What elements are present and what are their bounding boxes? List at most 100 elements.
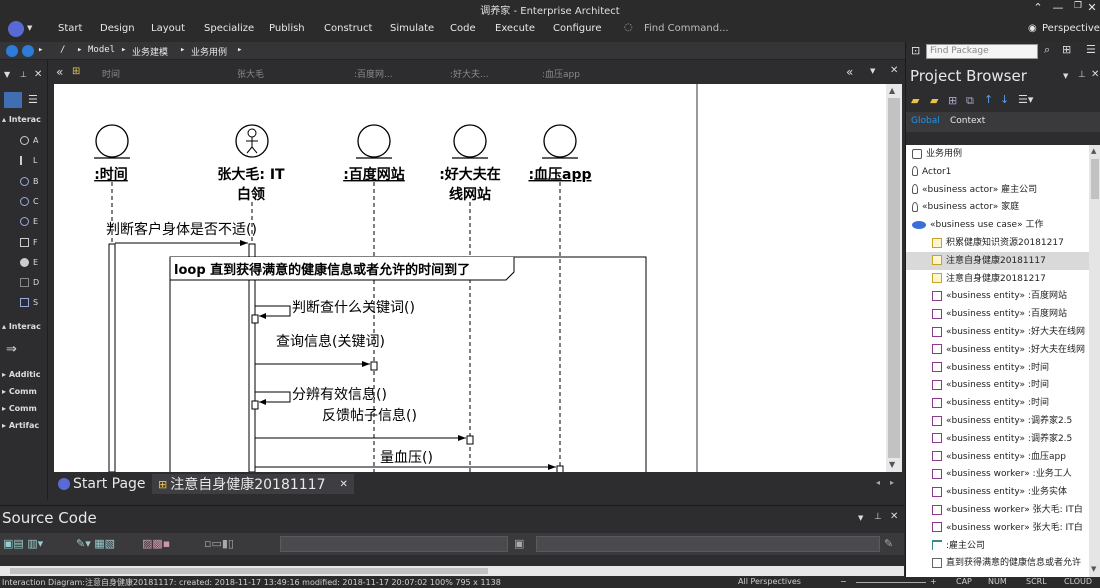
menu-execute[interactable]: Execute: [495, 23, 535, 34]
tree-item[interactable]: «business entity» :时间: [906, 376, 1089, 394]
source-horizontal-scrollbar[interactable]: [0, 566, 904, 576]
move-down-icon[interactable]: ↓: [1000, 93, 1009, 106]
pb-pin-icon[interactable]: ⊥: [1078, 70, 1086, 80]
close-diagram-icon[interactable]: ✕: [890, 65, 898, 76]
message-arrow-icon[interactable]: ⇒: [6, 342, 17, 357]
diagram-canvas[interactable]: :时间 张大毛: IT 白领 :百度网站 :好大夫在 线网站:血压app 判断…: [54, 84, 886, 472]
breadcrumb-business-usecase[interactable]: 业务用例: [191, 45, 227, 58]
scroll-up-icon[interactable]: ▲: [889, 86, 895, 95]
activation-bar[interactable]: [370, 361, 378, 371]
tab-start-page[interactable]: Start Page: [52, 474, 152, 494]
tabs-dropdown-icon[interactable]: ▼: [870, 67, 875, 75]
message-label[interactable]: 查询信息(关键词): [276, 333, 385, 350]
tree-item[interactable]: Actor1: [906, 163, 1089, 181]
tab-global[interactable]: Global: [911, 116, 940, 126]
scroll-thumb[interactable]: [888, 98, 900, 458]
toolbox-pin-icon[interactable]: ⊥: [20, 70, 27, 79]
toolbox-group-common1[interactable]: ▸ Comm: [2, 387, 37, 396]
menu-configure[interactable]: Configure: [553, 23, 601, 34]
toolbox-section-interaction-relationships[interactable]: ▴ Interac: [2, 322, 41, 331]
lifeline-header-baidu[interactable]: :百度网...: [354, 67, 393, 80]
toolbox-section-interaction[interactable]: ▴ Interac: [2, 115, 41, 124]
app-logo-icon[interactable]: [8, 21, 24, 37]
perspective-button[interactable]: Perspective: [1042, 23, 1100, 34]
lifeline-header-haodaifu[interactable]: :好大夫...: [450, 67, 489, 80]
menu-simulate[interactable]: Simulate: [390, 23, 434, 34]
scroll-up-icon[interactable]: ▲: [1091, 147, 1096, 155]
tree-item[interactable]: «business entity» :时间: [906, 359, 1089, 377]
close-window-button[interactable]: ✕: [1082, 1, 1100, 14]
source-edit-icon[interactable]: ✎: [884, 537, 893, 550]
close-tab-icon[interactable]: ✕: [339, 479, 347, 490]
toolbox-item-fragment[interactable]: F: [20, 238, 38, 247]
sequence-diagram[interactable]: :时间 张大毛: IT 白领 :百度网站 :好大夫在 线网站:血压app 判断…: [54, 84, 886, 472]
minimize-button[interactable]: —: [1048, 1, 1068, 14]
lifeline-bloodpressure[interactable]: :血压app: [528, 124, 592, 472]
collapse-right-icon[interactable]: «: [846, 65, 853, 79]
tree-item[interactable]: «business worker» 张大毛: IT白: [906, 519, 1089, 537]
tree-item[interactable]: «business entity» :调养家2.5: [906, 430, 1089, 448]
tree-item[interactable]: «business use case» 工作: [906, 216, 1089, 234]
self-message-arrow[interactable]: [255, 305, 291, 317]
tree-item[interactable]: «business worker» :业务工人: [906, 465, 1089, 483]
menu-publish[interactable]: Publish: [269, 23, 305, 34]
lifeline-haodaifu[interactable]: :好大夫在 线网站: [439, 124, 501, 472]
toolbox-search-icon[interactable]: [4, 92, 22, 108]
toolbox-close-icon[interactable]: ✕: [34, 69, 42, 80]
tree-item[interactable]: 注意自身健康20181217: [906, 270, 1089, 288]
tree-item[interactable]: «business entity» :好大夫在线网: [906, 341, 1089, 359]
move-up-icon[interactable]: ↑: [984, 93, 993, 106]
scroll-thumb[interactable]: [10, 568, 488, 574]
menu-start[interactable]: Start: [58, 23, 82, 34]
breadcrumb-root[interactable]: /: [60, 45, 65, 55]
loop-fragment[interactable]: loop 直到获得满意的健康信息或者允许的时间到了: [169, 256, 647, 472]
back-arrow-icon[interactable]: [6, 45, 18, 57]
activation-bar[interactable]: [251, 314, 259, 324]
scroll-down-icon[interactable]: ▼: [889, 460, 895, 469]
tab-context[interactable]: Context: [950, 116, 985, 126]
tree-item[interactable]: «business actor» 雇主公司: [906, 181, 1089, 199]
pb-close-icon[interactable]: ✕: [1091, 69, 1099, 80]
tree-item[interactable]: «business entity» :调养家2.5: [906, 412, 1089, 430]
activation-bar[interactable]: [466, 435, 474, 445]
logo-dropdown-icon[interactable]: ▼: [27, 24, 32, 32]
menu-specialize[interactable]: Specialize: [204, 23, 254, 34]
toolbox-item-lifeline[interactable]: L: [20, 156, 37, 165]
toolbox-group-additional[interactable]: ▸ Additic: [2, 370, 41, 379]
forward-arrow-icon[interactable]: [22, 45, 34, 57]
toolbox-item-control[interactable]: C: [20, 197, 39, 206]
tree-item[interactable]: 积累健康知识资源20181217: [906, 234, 1089, 252]
source-scope-field[interactable]: [280, 536, 508, 552]
toolbar-icons-group2[interactable]: ✎▾ ▦▧: [76, 537, 115, 550]
tree-item[interactable]: «business actor» 家庭: [906, 198, 1089, 216]
message-label[interactable]: 判断客户身体是否不适(): [106, 221, 257, 238]
tree-item[interactable]: :雇主公司: [906, 537, 1089, 555]
filter-icon[interactable]: ⊞: [1062, 43, 1071, 56]
tree-item[interactable]: 业务用例: [906, 145, 1089, 163]
menu-construct[interactable]: Construct: [324, 23, 372, 34]
message-label[interactable]: 量血压(): [380, 450, 433, 466]
tab-diagram[interactable]: ⊞ 注意自身健康20181117 ✕: [152, 474, 354, 494]
self-message-arrow[interactable]: [255, 391, 291, 403]
activation-bar[interactable]: [251, 400, 259, 410]
menu-layout[interactable]: Layout: [151, 23, 185, 34]
new-package-icon[interactable]: ▰: [911, 94, 919, 107]
toolbox-item-actor[interactable]: A: [20, 136, 38, 145]
tree-item[interactable]: «business entity» :百度网站: [906, 305, 1089, 323]
find-package-icon[interactable]: ⊡: [911, 44, 920, 57]
pb-options-icon[interactable]: ☰▾: [1018, 93, 1033, 106]
zoom-slider[interactable]: [856, 582, 926, 583]
message-label[interactable]: 判断查什么关键词(): [292, 300, 415, 316]
ribbon-toggle-icon[interactable]: ⌃: [1028, 1, 1048, 14]
menu-code[interactable]: Code: [450, 23, 476, 34]
toolbar-icons-group1[interactable]: ▣▤ ▥▾: [3, 537, 43, 550]
toolbox-group-artifacts[interactable]: ▸ Artifac: [2, 421, 39, 430]
diagram-vertical-scrollbar[interactable]: ▲ ▼: [886, 84, 902, 472]
new-element-icon[interactable]: ⧉: [966, 94, 974, 108]
source-settings-icon[interactable]: ▣: [514, 537, 524, 550]
source-pin-icon[interactable]: ⊥: [874, 512, 882, 522]
toolbox-item-endpoint[interactable]: E: [20, 258, 38, 267]
source-dropdown-icon[interactable]: ▼: [858, 514, 863, 522]
zoom-out-icon[interactable]: −: [840, 577, 847, 586]
toolbox-item-boundary[interactable]: B: [20, 177, 39, 186]
